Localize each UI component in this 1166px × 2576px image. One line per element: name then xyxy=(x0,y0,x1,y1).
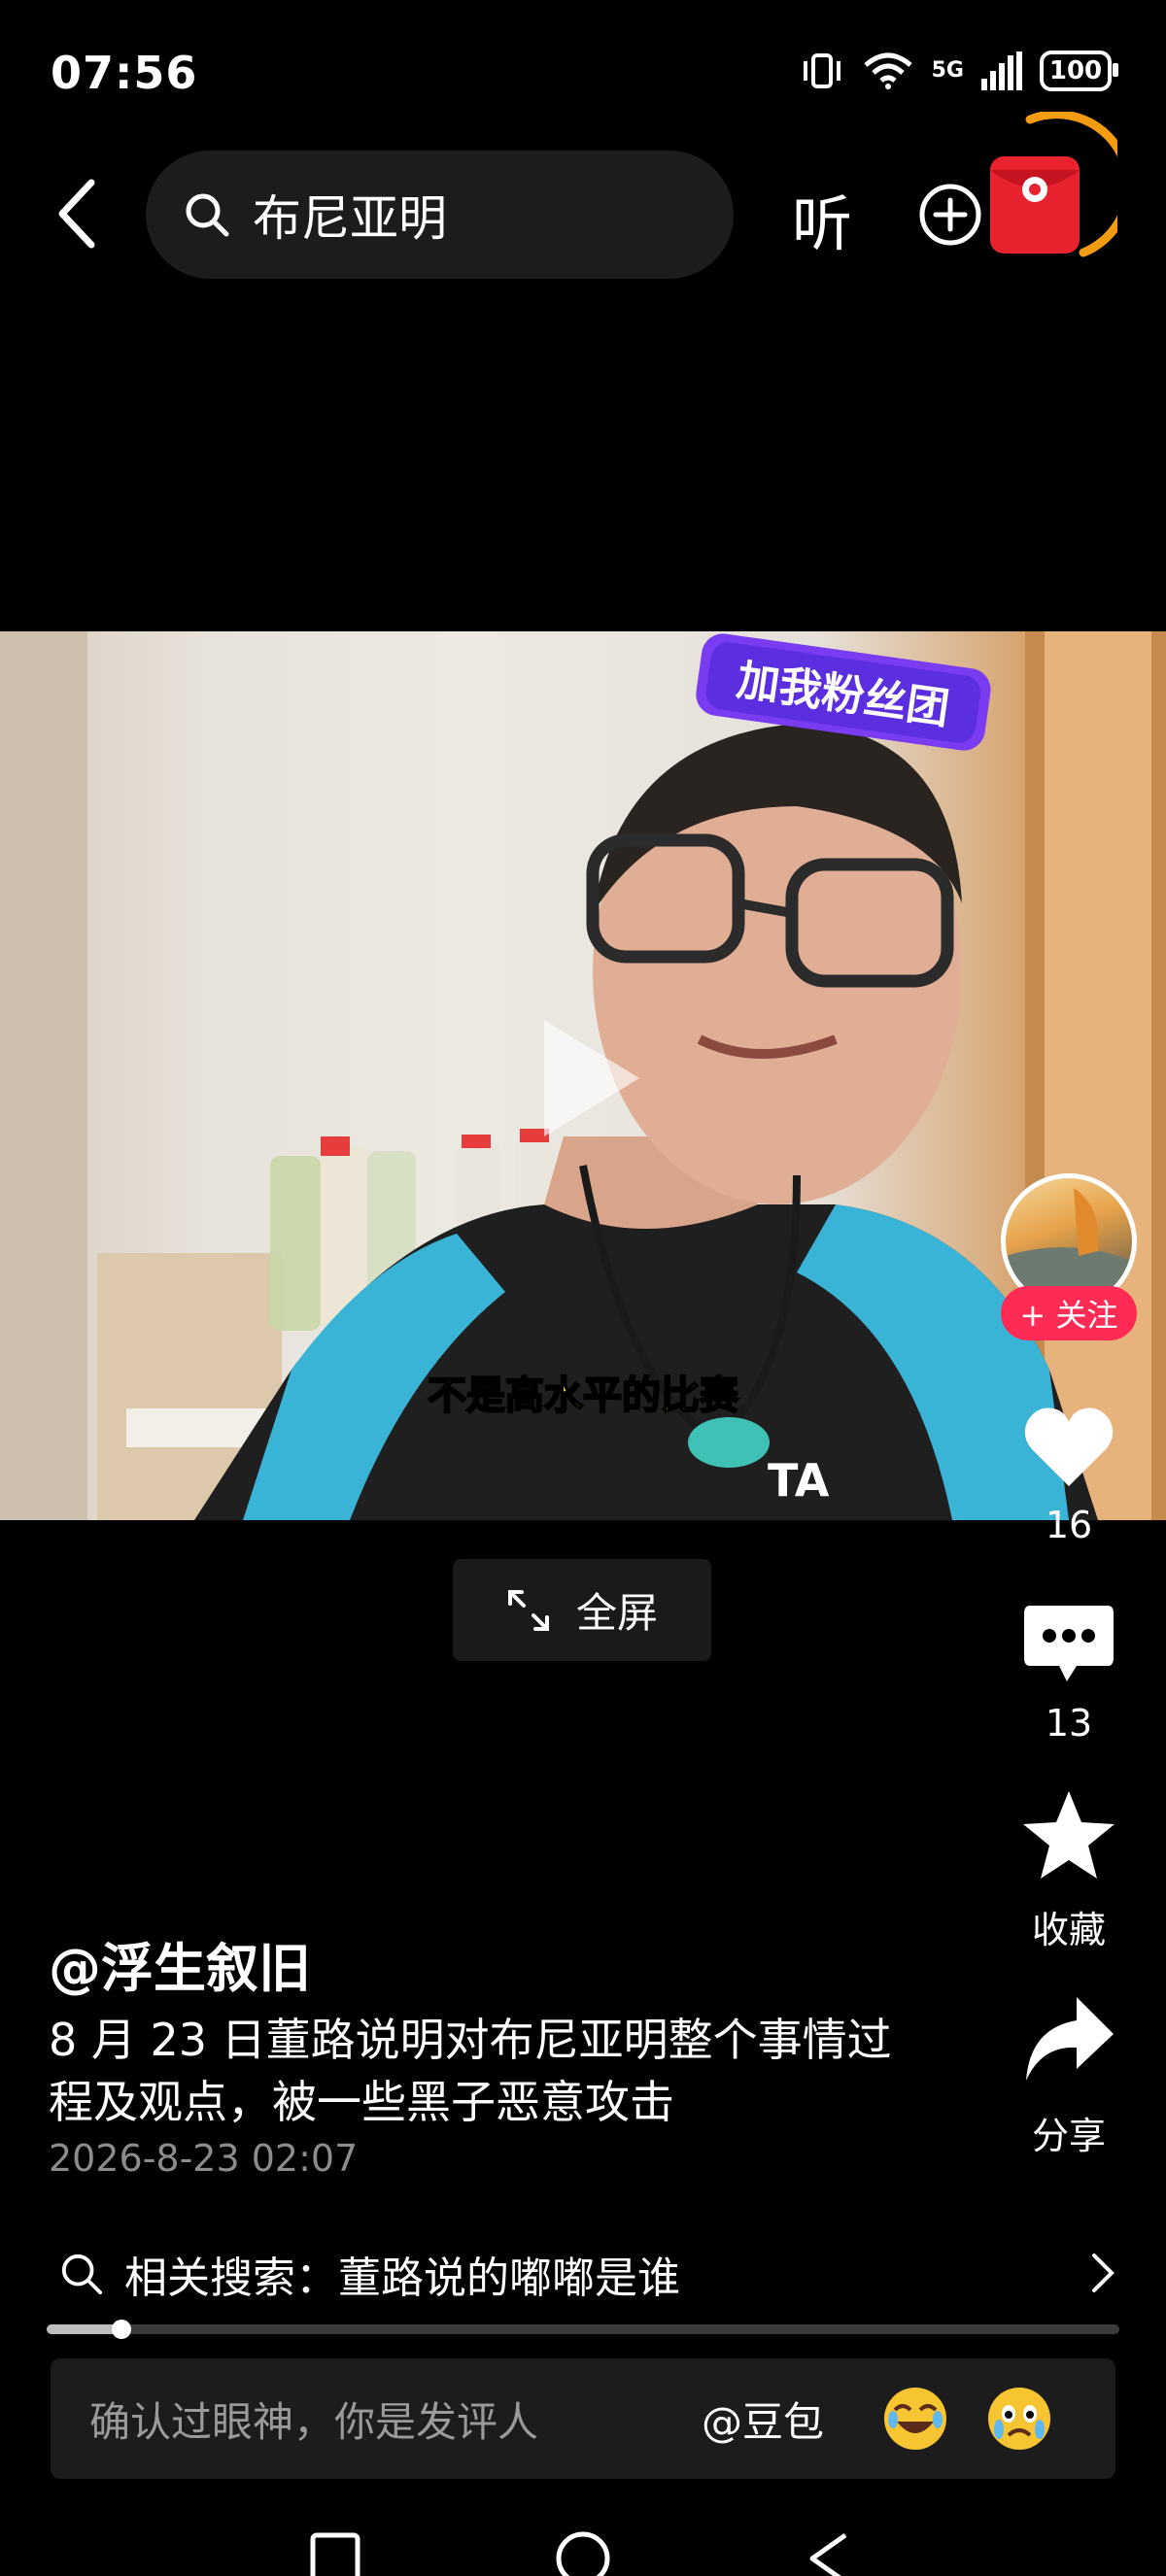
favorite-label: 收藏 xyxy=(1031,1909,1106,1951)
star-icon[interactable] xyxy=(1020,1787,1117,1884)
follow-button[interactable]: + 关注 xyxy=(1001,1286,1137,1340)
comment-icon[interactable] xyxy=(1020,1598,1117,1695)
video-progress-track[interactable] xyxy=(47,2324,1119,2334)
post-date: 2026-8-23 02:07 xyxy=(49,2137,359,2180)
video-subtitle: 不是高水平的比赛 xyxy=(428,1373,739,1418)
status-time: 07:56 xyxy=(51,47,198,99)
expand-icon xyxy=(507,1589,549,1631)
shirt-logo: TA xyxy=(768,1454,830,1507)
laughing-emoji-icon[interactable] xyxy=(881,2385,949,2453)
post-description: 8 月 23 日董路说明对布尼亚明整个事情过程及观点，被一些黑子恶意攻击 xyxy=(49,2014,892,2128)
signal-icon xyxy=(981,51,1022,90)
search-input[interactable]: 布尼亚明 xyxy=(146,151,734,279)
share-label: 分享 xyxy=(1031,2115,1106,2157)
red-packet-icon[interactable] xyxy=(986,151,1083,257)
listen-button[interactable]: 听 xyxy=(792,175,852,262)
play-icon[interactable] xyxy=(532,1010,649,1146)
chevron-right-icon xyxy=(1092,2254,1115,2292)
fullscreen-label: 全屏 xyxy=(575,1589,658,1637)
network-label: 5G xyxy=(931,58,964,83)
back-icon[interactable] xyxy=(49,175,107,253)
related-search-text: 相关搜索：董路说的嘟嘟是谁 xyxy=(124,2254,680,2303)
video-progress-fill xyxy=(47,2324,121,2334)
share-icon[interactable] xyxy=(1020,1991,1117,2088)
fullscreen-button[interactable]: 全屏 xyxy=(453,1559,711,1661)
video-progress-handle[interactable] xyxy=(112,2320,131,2339)
search-icon xyxy=(61,2254,103,2295)
add-icon[interactable] xyxy=(918,183,982,247)
vibrate-icon xyxy=(803,53,840,88)
heart-icon[interactable] xyxy=(1020,1399,1117,1496)
search-query: 布尼亚明 xyxy=(253,190,447,247)
search-icon xyxy=(186,193,229,237)
comment-input[interactable]: 确认过眼神，你是发评人 @豆包 xyxy=(51,2358,1115,2479)
like-count: 16 xyxy=(1045,1504,1093,1546)
comment-placeholder: 确认过眼神，你是发评人 xyxy=(89,2397,539,2446)
system-nav-bar xyxy=(310,2531,847,2576)
battery-indicator: 100 xyxy=(1040,51,1118,91)
mention-doubao[interactable]: @豆包 xyxy=(702,2390,824,2449)
crying-emoji-icon[interactable] xyxy=(985,2385,1053,2453)
wifi-icon xyxy=(863,52,912,89)
related-search[interactable]: 相关搜索：董路说的嘟嘟是谁 xyxy=(0,2234,1166,2314)
author-name[interactable]: @浮生叙旧 xyxy=(49,1925,311,2002)
nav-back-button[interactable] xyxy=(809,2532,847,2576)
status-icons: 5G 100 xyxy=(800,51,1118,91)
comment-count: 13 xyxy=(1045,1702,1093,1745)
recent-apps-button[interactable] xyxy=(310,2532,360,2576)
home-button[interactable] xyxy=(556,2531,610,2576)
